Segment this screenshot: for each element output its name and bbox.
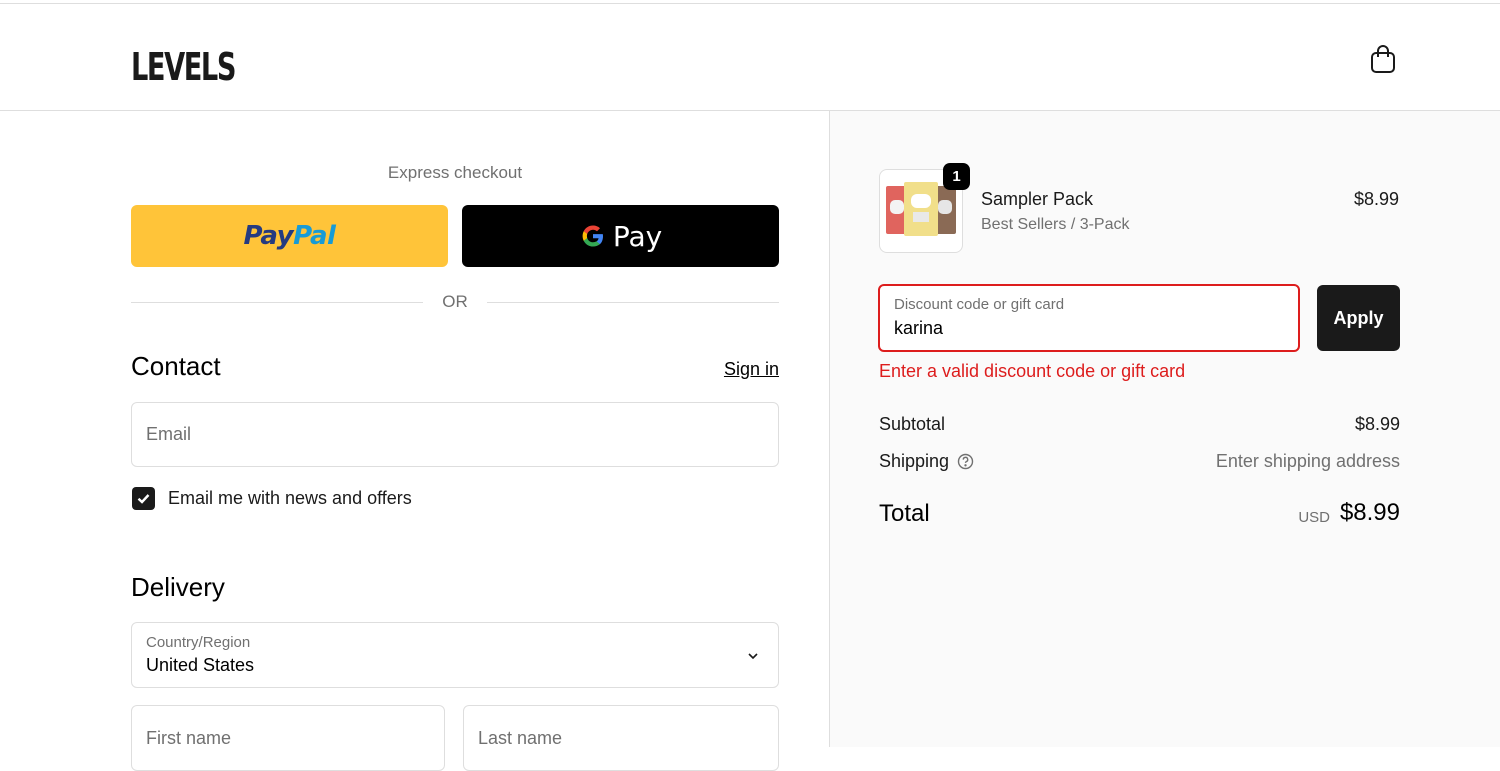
- first-name-placeholder: First name: [146, 728, 232, 748]
- last-name-field[interactable]: Last name: [463, 705, 779, 771]
- country-select[interactable]: Country/Region United States: [131, 622, 779, 688]
- product-variant: Best Sellers / 3-Pack: [981, 216, 1130, 233]
- divider-line-left: [131, 302, 423, 303]
- subtotal-label: Subtotal: [879, 414, 946, 434]
- discount-error-message: Enter a valid discount code or gift card: [879, 361, 1186, 381]
- total-currency: USD: [1298, 509, 1330, 526]
- divider-line-right: [487, 302, 779, 303]
- paypal-button[interactable]: Pay Pal: [131, 205, 448, 267]
- logo-text: LEVELS: [131, 45, 235, 86]
- or-divider: OR: [131, 292, 779, 312]
- country-value: United States: [146, 655, 255, 675]
- delivery-heading: Delivery: [131, 572, 225, 602]
- total-label: Total: [879, 500, 930, 527]
- paypal-logo-part2: Pal: [293, 221, 336, 251]
- product-name: Sampler Pack: [981, 189, 1094, 209]
- newsletter-label: Email me with news and offers: [168, 488, 412, 508]
- or-label: OR: [442, 292, 468, 311]
- google-g-icon: [582, 225, 603, 247]
- last-name-placeholder: Last name: [478, 728, 563, 748]
- shipping-label: Shipping: [879, 451, 950, 471]
- help-circle-icon[interactable]: [957, 453, 974, 470]
- checkout-form: Express checkout Pay Pal Pay OR Contact S…: [0, 111, 829, 771]
- contact-heading: Contact: [131, 351, 221, 381]
- product-price: $8.99: [1353, 189, 1399, 209]
- google-pay-label: Pay: [612, 219, 663, 253]
- sign-in-link[interactable]: Sign in: [690, 359, 779, 380]
- email-field[interactable]: Email: [131, 402, 779, 467]
- first-name-field[interactable]: First name: [131, 705, 445, 771]
- order-summary: 1 Sampler Pack Best Sellers / 3-Pack $8.…: [829, 111, 1500, 747]
- country-label: Country/Region: [146, 634, 251, 651]
- site-header: LEVELS: [0, 4, 1500, 111]
- shipping-value: Enter shipping address: [1215, 451, 1400, 471]
- google-pay-button[interactable]: Pay: [462, 205, 779, 267]
- discount-value: karina: [894, 318, 944, 338]
- levels-logo[interactable]: LEVELS: [131, 42, 241, 86]
- quantity-badge: 1: [943, 163, 970, 190]
- checkmark-icon: [137, 494, 150, 504]
- chevron-down-icon: [748, 653, 758, 660]
- discount-label: Discount code or gift card: [894, 296, 1065, 313]
- discount-code-input[interactable]: Discount code or gift card karina: [878, 284, 1300, 352]
- email-placeholder: Email: [146, 424, 192, 444]
- total-value: $8.99: [1339, 499, 1400, 526]
- express-checkout-label: Express checkout: [387, 163, 523, 182]
- paypal-logo-part1: Pay: [243, 221, 294, 251]
- subtotal-value: $8.99: [1354, 414, 1400, 434]
- apply-discount-button[interactable]: Apply: [1317, 285, 1400, 351]
- newsletter-checkbox[interactable]: [132, 487, 155, 510]
- shopping-bag-icon[interactable]: [1368, 44, 1398, 74]
